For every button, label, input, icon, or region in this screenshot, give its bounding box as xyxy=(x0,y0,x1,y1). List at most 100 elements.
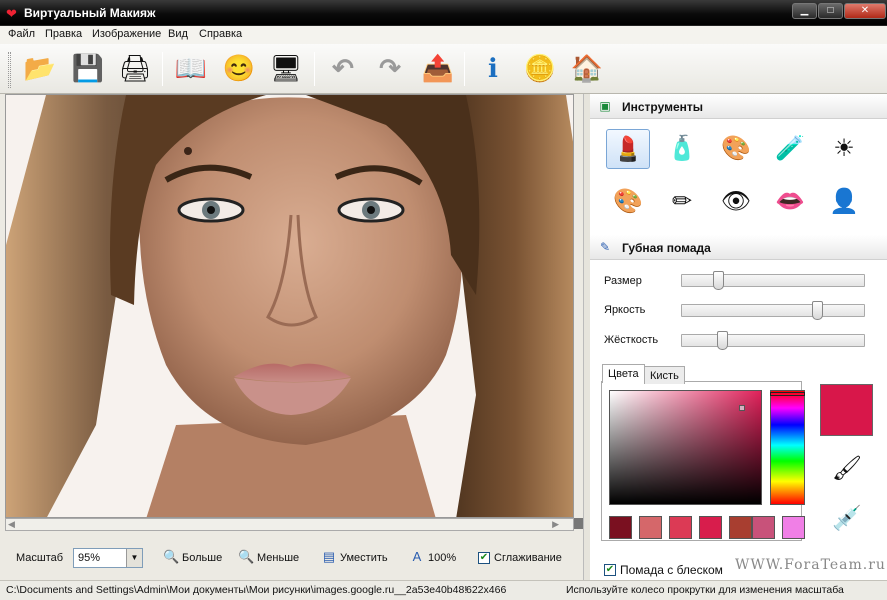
menu-edit[interactable]: Правка xyxy=(45,28,82,40)
tools-panel-header: ▣ Инструменты xyxy=(590,94,887,119)
menu-file[interactable]: Файл xyxy=(8,28,35,40)
monitor-button[interactable]: 🖥 xyxy=(267,50,305,86)
color-swatch[interactable] xyxy=(639,516,662,539)
color-swatch[interactable] xyxy=(609,516,632,539)
size-slider-thumb[interactable] xyxy=(713,271,725,290)
fit-label: Уместить xyxy=(340,552,388,564)
eyeshadow-tool-icon: 🎨 xyxy=(613,188,643,215)
title-bar[interactable]: ❤ Виртуальный Макияж ▁ □ ✕ xyxy=(0,0,887,26)
powder-tool-icon: 🧴 xyxy=(667,135,697,162)
undo-button[interactable]: ↶ xyxy=(324,50,362,86)
brightness-label: Яркость xyxy=(604,304,646,316)
hue-slider[interactable] xyxy=(770,390,805,505)
size-slider[interactable] xyxy=(681,271,865,290)
zoom-value: 95% xyxy=(78,552,101,564)
color-swatch[interactable] xyxy=(699,516,722,539)
tool-hair[interactable]: 👤 xyxy=(822,182,866,222)
open-button[interactable]: 📂 xyxy=(21,50,59,86)
smiley-icon: 😊 xyxy=(222,53,256,83)
zoom-out-label: Меньше xyxy=(257,552,300,564)
info-button[interactable]: ℹ xyxy=(474,50,512,86)
foundation-tool-icon: 🧪 xyxy=(775,135,805,162)
photo-canvas[interactable] xyxy=(5,94,574,518)
horizontal-scrollbar[interactable]: ◀ ▶ xyxy=(5,518,574,531)
scroll-right-icon[interactable]: ▶ xyxy=(552,519,559,530)
tool-eyeshadow[interactable]: 🎨 xyxy=(606,182,650,222)
tanning-tool-icon: ☀ xyxy=(833,135,855,162)
right-panel: ▣ Инструменты 💄 🧴 🎨 🧪 ☀ 🎨 ✏ 👁 👄 👤 ✎ Губн… xyxy=(590,94,887,580)
tools-panel-icon: ▣ xyxy=(599,99,611,113)
close-button[interactable]: ✕ xyxy=(844,3,886,19)
watermark: WWW.ForaTeam.ru xyxy=(735,557,886,573)
hardness-slider-thumb[interactable] xyxy=(717,331,729,350)
smoothing-label: Сглаживание xyxy=(494,552,562,564)
color-swatch[interactable] xyxy=(782,516,805,539)
toolbar-separator xyxy=(314,52,315,86)
brush-icon: ✎ xyxy=(599,240,611,254)
tab-colors[interactable]: Цвета xyxy=(602,364,645,383)
actual-size-label: 100% xyxy=(428,552,457,564)
zoom-out-icon: 🔍 xyxy=(238,549,255,564)
toolbar-separator xyxy=(464,52,465,86)
tool-lipstick[interactable]: 💄 xyxy=(606,129,650,169)
redo-icon: ↷ xyxy=(379,53,401,83)
fill-bucket-button[interactable]: 🖌 xyxy=(830,452,864,486)
save-button[interactable]: 💾 xyxy=(69,50,107,86)
fit-page-icon: ▤ xyxy=(322,549,336,564)
panel-splitter[interactable] xyxy=(583,94,590,580)
zoom-in-label: Больше xyxy=(182,552,223,564)
color-swatch[interactable] xyxy=(752,516,775,539)
minimize-button[interactable]: ▁ xyxy=(792,3,817,19)
redo-button[interactable]: ↷ xyxy=(371,50,409,86)
print-button[interactable]: 🖨 xyxy=(116,50,154,86)
status-bar: C:\Documents and Settings\Admin\Мои доку… xyxy=(0,580,887,600)
hue-slider-marker[interactable] xyxy=(770,392,805,396)
tool-tanning[interactable]: ☀ xyxy=(822,129,866,169)
tool-foundation[interactable]: 🧪 xyxy=(768,129,812,169)
menu-bar: Файл Правка Изображение Вид Справка xyxy=(0,26,887,44)
tool-lips[interactable]: 👄 xyxy=(768,182,812,222)
zoom-in-button[interactable]: 🔍 Больше xyxy=(163,547,228,569)
toolbar-separator xyxy=(162,52,163,86)
export-button[interactable]: 📤 xyxy=(419,50,457,86)
tool-powder[interactable]: 🧴 xyxy=(660,129,704,169)
color-swatch[interactable] xyxy=(669,516,692,539)
chevron-down-icon[interactable]: ▼ xyxy=(126,549,142,567)
export-icon: 📤 xyxy=(421,53,455,83)
gloss-label: Помада с блеском xyxy=(620,563,723,577)
home-icon: 🏠 xyxy=(570,53,604,83)
book-icon: 📖 xyxy=(174,53,208,83)
coins-button[interactable]: 🪙 xyxy=(521,50,559,86)
tool-eye[interactable]: 👁 xyxy=(714,182,758,222)
tools-panel-title: Инструменты xyxy=(622,100,704,114)
toolbar-grip[interactable] xyxy=(8,52,11,88)
smoothing-checkbox[interactable]: ✔ xyxy=(478,552,490,564)
maximize-button[interactable]: □ xyxy=(818,3,843,19)
menu-help[interactable]: Справка xyxy=(199,28,242,40)
actual-size-button[interactable]: A 100% xyxy=(409,547,469,569)
scroll-left-icon[interactable]: ◀ xyxy=(8,519,15,530)
color-swatch[interactable] xyxy=(729,516,752,539)
app-window: ❤ Виртуальный Макияж ▁ □ ✕ Файл Правка И… xyxy=(0,0,887,600)
home-button[interactable]: 🏠 xyxy=(568,50,606,86)
menu-view[interactable]: Вид xyxy=(168,28,188,40)
smiley-button[interactable]: 😊 xyxy=(220,50,258,86)
gloss-checkbox[interactable]: ✔ xyxy=(604,564,616,576)
eyedropper-button[interactable]: 💉 xyxy=(830,502,864,536)
brightness-slider[interactable] xyxy=(681,301,865,320)
selected-color-preview[interactable] xyxy=(820,384,873,436)
book-button[interactable]: 📖 xyxy=(172,50,210,86)
zoom-out-button[interactable]: 🔍 Меньше xyxy=(238,547,303,569)
fit-button[interactable]: ▤ Уместить xyxy=(321,547,396,569)
lipstick-panel-title: Губная помада xyxy=(622,241,711,255)
tool-blush[interactable]: 🎨 xyxy=(714,129,758,169)
brightness-slider-thumb[interactable] xyxy=(811,301,823,320)
zoom-combobox[interactable]: 95% ▼ xyxy=(73,548,143,568)
tab-brush[interactable]: Кисть xyxy=(644,366,685,384)
color-picker-cursor[interactable] xyxy=(739,405,745,411)
paint-brush-select-icon: 🖌 xyxy=(831,455,863,482)
hardness-slider[interactable] xyxy=(681,331,865,350)
tool-pencil[interactable]: ✏ xyxy=(660,182,704,222)
menu-image[interactable]: Изображение xyxy=(92,28,161,40)
lips-tool-icon: 👄 xyxy=(775,188,805,215)
